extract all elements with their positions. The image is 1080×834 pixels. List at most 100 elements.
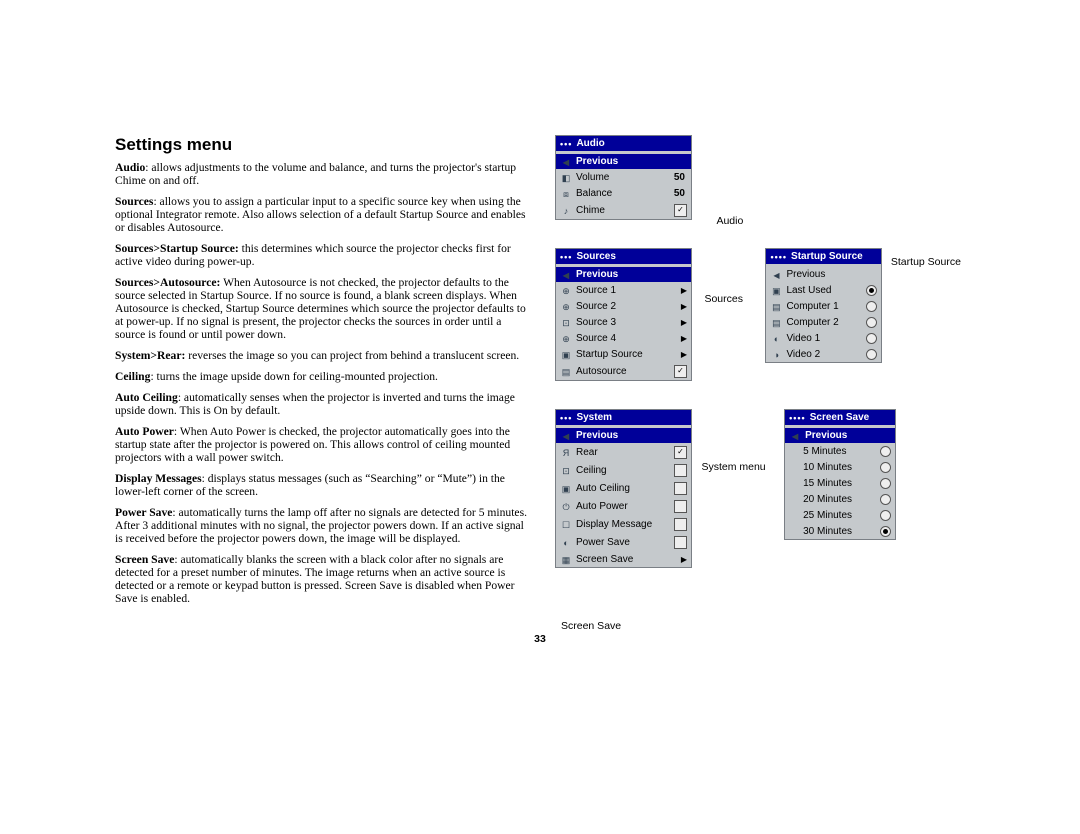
startup-source-video1[interactable]: ◐Video 1 bbox=[766, 330, 881, 346]
chevron-right-icon bbox=[681, 350, 687, 359]
sources-caption: Sources bbox=[704, 293, 743, 305]
autosource-checkbox[interactable] bbox=[674, 365, 687, 378]
chevron-right-icon bbox=[681, 318, 687, 327]
system-power-save-row[interactable]: ◐Power Save bbox=[556, 533, 691, 551]
para-screen-save: Screen Save: automatically blanks the sc… bbox=[115, 553, 530, 605]
auto-ceiling-icon: ▣ bbox=[560, 484, 572, 494]
screen-save-10min[interactable]: 10 Minutes bbox=[785, 459, 895, 475]
para-power-save: Power Save: automatically turns the lamp… bbox=[115, 506, 530, 545]
startup-source-menu-panel: ••••Startup Source Previous ▣Last Used ▤… bbox=[765, 248, 882, 363]
radio[interactable] bbox=[880, 494, 891, 505]
back-arrow-icon bbox=[789, 431, 801, 441]
right-figures-column: •••Audio Previous ◧Volume50 ⧈Balance50 ♪… bbox=[555, 135, 965, 586]
startup-icon: ▣ bbox=[560, 350, 572, 360]
screen-save-previous[interactable]: Previous bbox=[785, 425, 895, 443]
sources-menu-previous[interactable]: Previous bbox=[556, 264, 691, 282]
startup-source-last-used[interactable]: ▣Last Used bbox=[766, 282, 881, 298]
rear-icon: Я bbox=[560, 448, 572, 458]
system-rear-row[interactable]: ЯRear bbox=[556, 443, 691, 461]
screen-save-menu-header: ••••Screen Save bbox=[785, 410, 895, 425]
sources-item-1[interactable]: ⊕Source 1 bbox=[556, 282, 691, 298]
last-used-icon: ▣ bbox=[770, 286, 782, 296]
ceiling-checkbox[interactable] bbox=[674, 464, 687, 477]
volume-icon: ◧ bbox=[560, 173, 572, 183]
radio[interactable] bbox=[866, 317, 877, 328]
para-auto-ceiling: Auto Ceiling: automatically senses when … bbox=[115, 391, 530, 417]
chevron-right-icon bbox=[681, 302, 687, 311]
system-auto-ceiling-row[interactable]: ▣Auto Ceiling bbox=[556, 479, 691, 497]
video-icon: ◑ bbox=[770, 350, 782, 360]
power-save-checkbox[interactable] bbox=[674, 536, 687, 549]
sources-item-2[interactable]: ⊕Source 2 bbox=[556, 298, 691, 314]
display-message-checkbox[interactable] bbox=[674, 518, 687, 531]
screen-save-25min[interactable]: 25 Minutes bbox=[785, 507, 895, 523]
chime-icon: ♪ bbox=[560, 206, 572, 216]
source-icon: ⊕ bbox=[560, 286, 572, 296]
startup-source-video2[interactable]: ◑Video 2 bbox=[766, 346, 881, 362]
page-number: 33 bbox=[115, 613, 965, 645]
radio-selected[interactable] bbox=[866, 285, 877, 296]
screen-save-menu-panel: ••••Screen Save Previous 5 Minutes 10 Mi… bbox=[784, 409, 896, 540]
source-icon: ⊡ bbox=[560, 318, 572, 328]
audio-menu-previous[interactable]: Previous bbox=[556, 151, 691, 169]
radio[interactable] bbox=[866, 301, 877, 312]
back-arrow-icon bbox=[770, 270, 782, 280]
screen-save-15min[interactable]: 15 Minutes bbox=[785, 475, 895, 491]
system-ceiling-row[interactable]: ⊡Ceiling bbox=[556, 461, 691, 479]
chime-checkbox[interactable] bbox=[674, 204, 687, 217]
system-menu-previous[interactable]: Previous bbox=[556, 425, 691, 443]
chevron-right-icon bbox=[681, 334, 687, 343]
para-audio: Audio: allows adjustments to the volume … bbox=[115, 161, 530, 187]
para-auto-power: Auto Power: When Auto Power is checked, … bbox=[115, 425, 530, 464]
radio[interactable] bbox=[880, 478, 891, 489]
radio[interactable] bbox=[880, 462, 891, 473]
source-icon: ⊕ bbox=[560, 334, 572, 344]
startup-source-caption: Startup Source bbox=[891, 256, 961, 268]
para-rear: System>Rear: reverses the image so you c… bbox=[115, 349, 530, 362]
screen-save-5min[interactable]: 5 Minutes bbox=[785, 443, 895, 459]
chevron-right-icon bbox=[681, 286, 687, 295]
radio[interactable] bbox=[866, 349, 877, 360]
audio-chime-row[interactable]: ♪Chime bbox=[556, 201, 691, 219]
para-sources: Sources: allows you to assign a particul… bbox=[115, 195, 530, 234]
audio-balance-row[interactable]: ⧈Balance50 bbox=[556, 185, 691, 201]
audio-caption: Audio bbox=[716, 215, 743, 227]
system-screen-save-row[interactable]: ▦Screen Save bbox=[556, 551, 691, 567]
startup-source-previous[interactable]: Previous bbox=[766, 264, 881, 282]
back-arrow-icon bbox=[560, 270, 572, 280]
computer-icon: ▤ bbox=[770, 302, 782, 312]
startup-source-computer1[interactable]: ▤Computer 1 bbox=[766, 298, 881, 314]
radio[interactable] bbox=[880, 446, 891, 457]
sources-item-4[interactable]: ⊕Source 4 bbox=[556, 330, 691, 346]
system-menu-caption: System menu bbox=[701, 461, 765, 473]
auto-power-checkbox[interactable] bbox=[674, 500, 687, 513]
screen-save-20min[interactable]: 20 Minutes bbox=[785, 491, 895, 507]
auto-ceiling-checkbox[interactable] bbox=[674, 482, 687, 495]
rear-checkbox[interactable] bbox=[674, 446, 687, 459]
audio-menu-panel: •••Audio Previous ◧Volume50 ⧈Balance50 ♪… bbox=[555, 135, 692, 220]
para-ceiling: Ceiling: turns the image upside down for… bbox=[115, 370, 530, 383]
auto-power-icon: ⏻ bbox=[560, 502, 572, 512]
left-text-column: Settings menu Audio: allows adjustments … bbox=[115, 135, 530, 613]
page-title: Settings menu bbox=[115, 135, 530, 155]
screen-save-30min[interactable]: 30 Minutes bbox=[785, 523, 895, 539]
startup-source-computer2[interactable]: ▤Computer 2 bbox=[766, 314, 881, 330]
para-display-messages: Display Messages: displays status messag… bbox=[115, 472, 530, 498]
sources-item-3[interactable]: ⊡Source 3 bbox=[556, 314, 691, 330]
ceiling-icon: ⊡ bbox=[560, 466, 572, 476]
system-display-message-row[interactable]: ☐Display Message bbox=[556, 515, 691, 533]
sources-autosource-row[interactable]: ▤Autosource bbox=[556, 362, 691, 380]
radio[interactable] bbox=[880, 510, 891, 521]
system-auto-power-row[interactable]: ⏻Auto Power bbox=[556, 497, 691, 515]
radio-selected[interactable] bbox=[880, 526, 891, 537]
balance-icon: ⧈ bbox=[560, 189, 572, 199]
message-icon: ☐ bbox=[560, 520, 572, 530]
back-arrow-icon bbox=[560, 431, 572, 441]
power-save-icon: ◐ bbox=[560, 538, 572, 548]
sources-startup-source-row[interactable]: ▣Startup Source bbox=[556, 346, 691, 362]
audio-volume-row[interactable]: ◧Volume50 bbox=[556, 169, 691, 185]
source-icon: ⊕ bbox=[560, 302, 572, 312]
computer-icon: ▤ bbox=[770, 318, 782, 328]
audio-menu-header: •••Audio bbox=[556, 136, 691, 151]
radio[interactable] bbox=[866, 333, 877, 344]
